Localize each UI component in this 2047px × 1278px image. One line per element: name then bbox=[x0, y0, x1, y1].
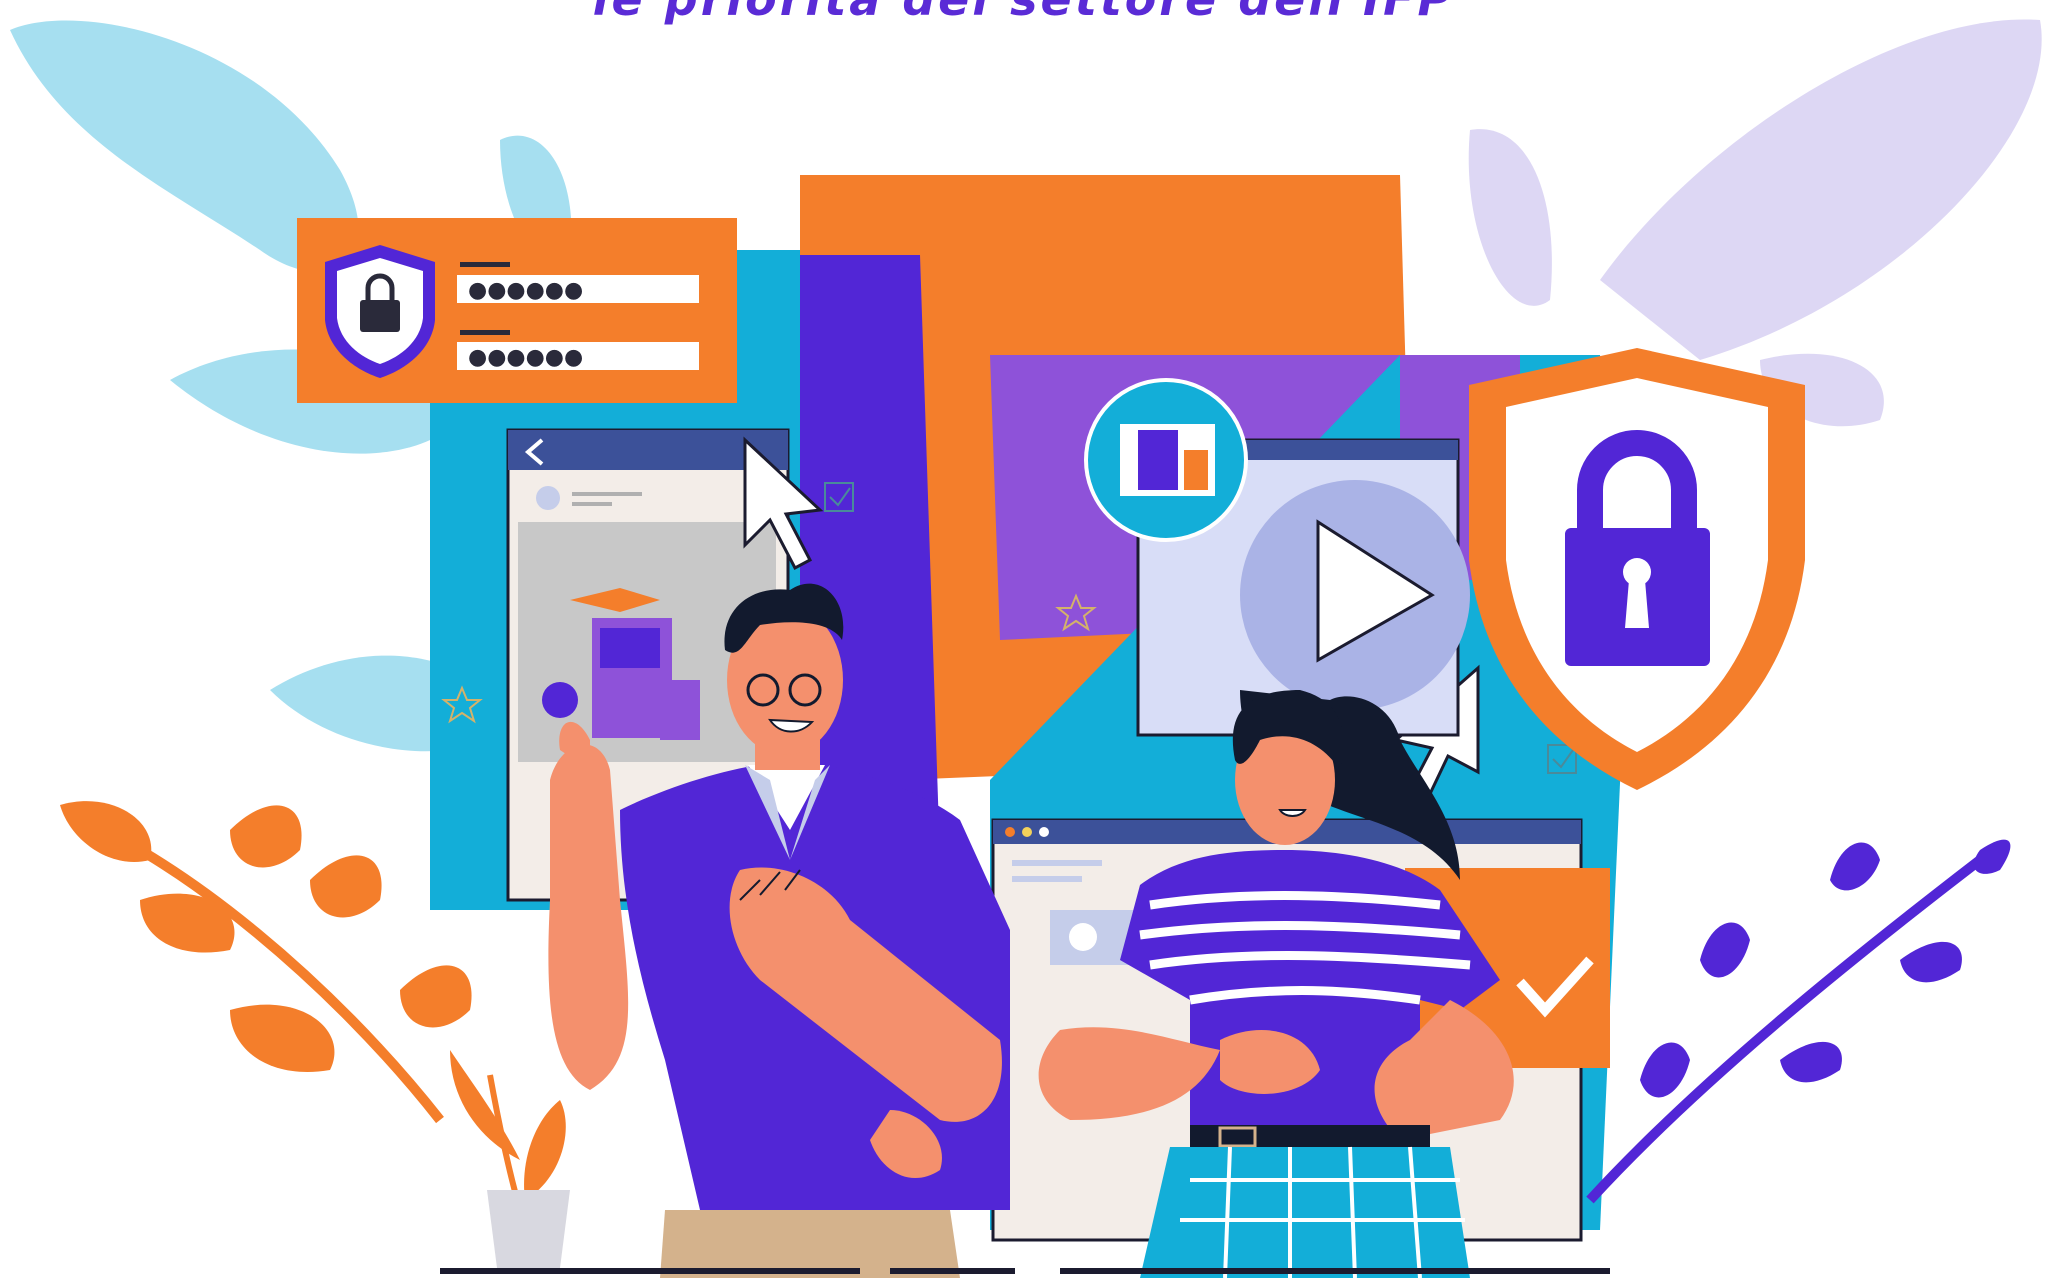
login-card: ●●●●●● ●●●●●● bbox=[297, 218, 737, 403]
right-plant bbox=[1586, 839, 2011, 1204]
password-field-1: ●●●●●● bbox=[468, 278, 583, 303]
password-field-2: ●●●●●● bbox=[468, 345, 583, 370]
cybersecurity-illustration: ●●●●●● ●●●●●● bbox=[10, 19, 2042, 1278]
ground-lines bbox=[440, 1268, 1610, 1274]
illustration-stage: le priorità del settore dell'IFP ●●●●●● … bbox=[0, 0, 2047, 1278]
